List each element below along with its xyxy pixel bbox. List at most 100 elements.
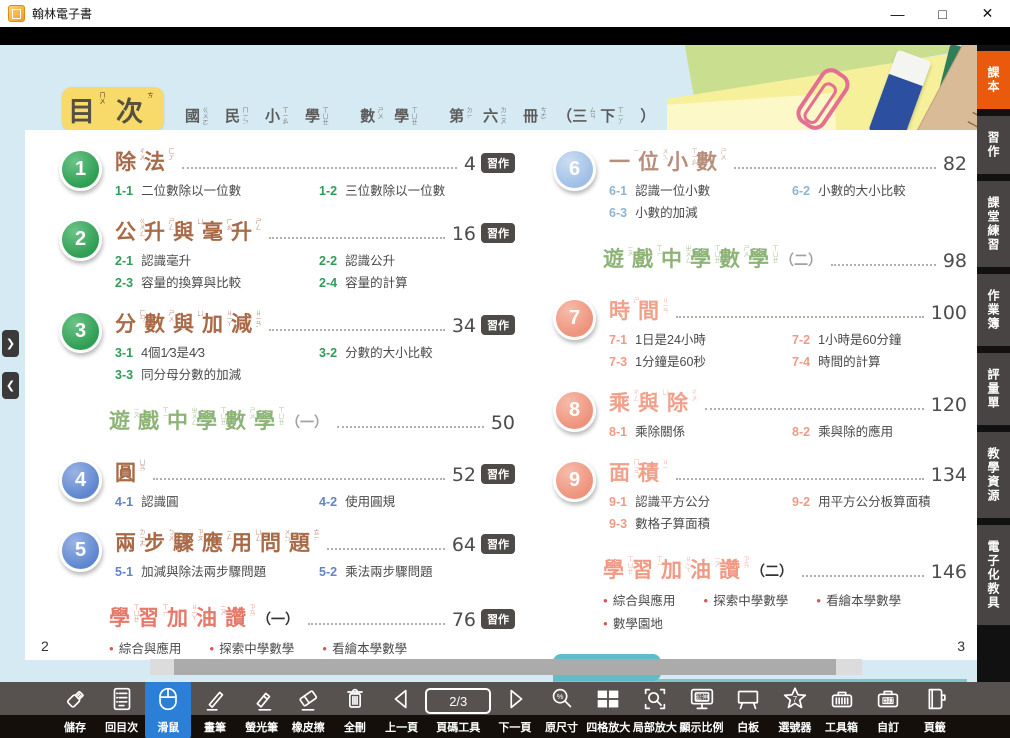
toc-sub-item[interactable]: 3-2分數的大小比較 (319, 342, 515, 361)
toc-entry-title[interactable]: 面ㄇㄧㄢˋ積ㄐㄧ (609, 457, 667, 487)
eraser-button[interactable]: 橡皮擦 (285, 682, 331, 738)
toc-sub-item[interactable]: 6-3小數的加減 (609, 202, 784, 221)
workbook-badge[interactable]: 習作 (481, 464, 515, 484)
prev-page-button[interactable]: 上一頁 (379, 682, 425, 738)
close-button[interactable]: ✕ (965, 0, 1010, 27)
display-ratio-button[interactable]: 延伸顯示比例 (679, 682, 725, 738)
toolbox-label: 工具箱 (825, 715, 858, 738)
toc-sub-item[interactable]: 4-1認識圓 (115, 491, 311, 510)
toc-special-entry: 遊ㄧㄡˊ戲ㄒㄧˋ中ㄓㄨㄥ學ㄒㄩㄝˊ數ㄕㄨˋ學ㄒㄩㄝˊ（二）98 (603, 243, 967, 273)
custom-button[interactable]: 自訂自訂 (865, 682, 911, 738)
chapter-number-badge: 4 (59, 459, 102, 502)
page-number-right: 3 (957, 638, 965, 654)
maximize-button[interactable]: □ (920, 0, 965, 27)
chapter-number-badge: 8 (553, 389, 596, 432)
scrollbar-thumb[interactable] (174, 659, 836, 675)
sidebar-tab-課堂練習[interactable]: 課堂練習 (977, 181, 1010, 267)
next-page-button[interactable]: 下一頁 (492, 682, 538, 738)
workbook-badge[interactable]: 習作 (481, 315, 515, 335)
delete-all-button[interactable]: 全刪 (332, 682, 378, 738)
toc-sub-item[interactable]: 6-2小數的大小比較 (792, 180, 967, 199)
prev-triangle-icon (387, 682, 417, 715)
toc-entry-title[interactable]: 兩ㄌㄧㄤˇ步ㄅㄨˋ驟ㄗㄡˋ應ㄧㄥˋ用ㄩㄥˋ問ㄨㄣˋ題ㄊㄧˊ (115, 527, 318, 557)
toc-sub-item[interactable]: 9-3數格子算面積 (609, 513, 784, 532)
sidebar-tab-作業簿[interactable]: 作業簿 (977, 274, 1010, 346)
toc-sub-item[interactable]: 2-3容量的換算與比較 (115, 272, 311, 291)
sidebar-tab-評量單[interactable]: 評量單 (977, 353, 1010, 425)
toc-entry-title[interactable]: 一ㄧ位ㄨㄟˋ小ㄒㄧㄠˇ數ㄕㄨˋ (609, 146, 725, 176)
number-picker-button[interactable]: 7選號器 (772, 682, 818, 738)
workbook-badge[interactable]: 習作 (481, 223, 515, 243)
toc-entry-title[interactable]: 分ㄈㄣ數ㄕㄨˋ與ㄩˇ加ㄐㄧㄚ減ㄐㄧㄢˇ (115, 308, 260, 338)
toc-entry-title[interactable]: 學ㄒㄩㄝˊ習ㄒㄧˊ加ㄐㄧㄚ油ㄧㄡˊ讚ㄗㄢˋ (109, 602, 254, 632)
svg-text:7: 7 (793, 693, 798, 703)
highlighter-button[interactable]: 螢光筆 (239, 682, 285, 738)
toc-entry-title[interactable]: 圓ㄩㄢˊ (115, 457, 144, 487)
toc-sub-item[interactable]: 2-1認識毫升 (115, 250, 311, 269)
toc-entry-title[interactable]: 公ㄍㄨㄥ升ㄕㄥ與ㄩˇ毫ㄏㄠˊ升ㄕㄥ (115, 216, 260, 246)
toolbox-button[interactable]: 工具箱 (819, 682, 865, 738)
toc-bullet-item: 綜合與應用 (603, 590, 675, 609)
toc-sub-item[interactable]: 1-2三位數除以一位數 (319, 180, 515, 199)
toc-sub-item[interactable]: 2-2認識公升 (319, 250, 515, 269)
sidebar-tab-習作[interactable]: 習作 (977, 116, 1010, 174)
sidebar-tab-電子化教具[interactable]: 電子化教具 (977, 525, 1010, 625)
toc-entry-page: 146 (931, 561, 967, 584)
toc-sub-item[interactable]: 7-4時間的計算 (792, 351, 967, 370)
toc-sub-item[interactable]: 2-4容量的計算 (319, 272, 515, 291)
mouse-icon (153, 682, 183, 715)
toc-entry-title[interactable]: 除ㄔㄨˊ法ㄈㄚˇ (115, 146, 173, 176)
toc-sub-item[interactable]: 9-1認識平方公分 (609, 491, 784, 510)
toc-entry-title[interactable]: 遊ㄧㄡˊ戲ㄒㄧˋ中ㄓㄨㄥ學ㄒㄩㄝˊ數ㄕㄨˋ學ㄒㄩㄝˊ (603, 243, 777, 273)
four-grid-icon (593, 682, 623, 715)
whiteboard-button[interactable]: 白板 (725, 682, 771, 738)
pen-button[interactable]: 畫筆 (192, 682, 238, 738)
toc-sub-item[interactable]: 5-2乘法兩步驟問題 (319, 561, 515, 580)
sidebar-tab-課本[interactable]: 課本 (977, 51, 1010, 109)
panel-collapse-button[interactable]: ❮ (2, 372, 19, 399)
partial-zoom-label: 局部放大 (633, 715, 677, 738)
toc-sub-item[interactable]: 7-21小時是60分鐘 (792, 329, 967, 348)
workbook-badge[interactable]: 習作 (481, 153, 515, 173)
resource-sidebar: 課本習作課堂練習作業簿評量單教學資源電子化教具 (977, 45, 1010, 682)
four-grid-zoom-button[interactable]: 四格放大 (585, 682, 631, 738)
toc-sub-item[interactable]: 7-11日是24小時 (609, 329, 784, 348)
toc-sub-item[interactable]: 8-1乘除關係 (609, 421, 784, 440)
toc-entry-suffix: （一） (286, 412, 328, 435)
dotted-leader (269, 329, 445, 331)
workbook-badge[interactable]: 習作 (481, 534, 515, 554)
toc-sub-item[interactable]: 9-2用平方公分板算面積 (792, 491, 967, 510)
page-counter[interactable]: 2/3 (425, 688, 491, 714)
original-size-button[interactable]: %原尺寸 (539, 682, 585, 738)
toc-sub-item[interactable]: 8-2乘與除的應用 (792, 421, 967, 440)
toc-sub-item[interactable]: 7-31分鐘是60秒 (609, 351, 784, 370)
mouse-button[interactable]: 滑鼠 (145, 682, 191, 738)
panel-expand-button[interactable]: ❯ (2, 330, 19, 357)
workbook-badge[interactable]: 習作 (481, 609, 515, 629)
minimize-button[interactable]: — (875, 0, 920, 27)
toc-entry-title[interactable]: 乘ㄔㄥˊ與ㄩˇ除ㄔㄨˊ (609, 387, 696, 417)
svg-text:%: % (556, 692, 563, 701)
toc-header-badge: 目ㄇㄨˋ次ㄘˋ (62, 87, 164, 131)
back-to-toc-label: 回目次 (105, 715, 138, 738)
horizontal-scrollbar[interactable] (150, 659, 862, 675)
toc-sub-item[interactable]: 1-1二位數除以一位數 (115, 180, 311, 199)
toc-sub-item[interactable]: 3-14個1⁄3是4⁄3 (115, 342, 311, 361)
page-tool-button[interactable]: 2/3頁碼工具 (425, 682, 491, 738)
sidebar-tab-教學資源[interactable]: 教學資源 (977, 432, 1010, 518)
page-counter-box: 2/3 (425, 682, 491, 715)
back-to-toc-button[interactable]: 回目次 (99, 682, 145, 738)
toc-entry-title[interactable]: 遊ㄧㄡˊ戲ㄒㄧˋ中ㄓㄨㄥ學ㄒㄩㄝˊ數ㄕㄨˋ學ㄒㄩㄝˊ (109, 405, 283, 435)
toc-entry-page: 98 (943, 250, 967, 273)
toc-sub-item[interactable]: 5-1加減與除法兩步驟問題 (115, 561, 311, 580)
toc-sub-item[interactable]: 4-2使用圓規 (319, 491, 515, 510)
page-tabs-button[interactable]: 頁籤 (912, 682, 958, 738)
partial-zoom-button[interactable]: 局部放大 (632, 682, 678, 738)
toc-entry-title[interactable]: 學ㄒㄩㄝˊ習ㄒㄧˊ加ㄐㄧㄚ油ㄧㄡˊ讚ㄗㄢˋ (603, 554, 748, 584)
toc-entry-page: 120 (931, 394, 967, 417)
toc-sub-item[interactable]: 6-1認識一位小數 (609, 180, 784, 199)
save-button[interactable]: 儲存 (52, 682, 98, 738)
toc-entry-title[interactable]: 時ㄕˊ間ㄐㄧㄢ (609, 295, 667, 325)
toc-sub-item[interactable]: 3-3同分母分數的加減 (115, 364, 311, 383)
next-triangle-icon (500, 682, 530, 715)
